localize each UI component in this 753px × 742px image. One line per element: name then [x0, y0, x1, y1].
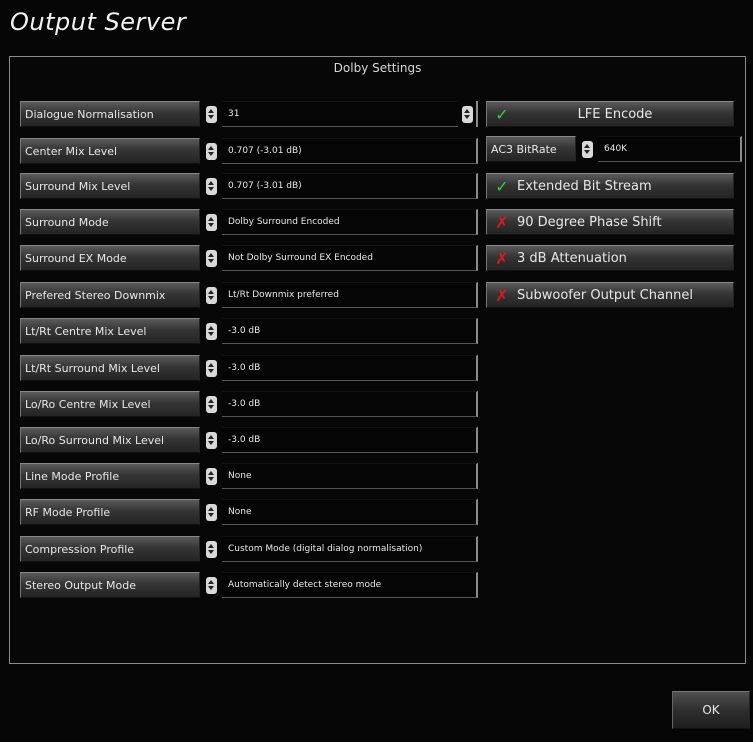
- setting-row-center-mix-level: Center Mix Level 0.707 (-3.01 dB): [20, 138, 478, 164]
- spin-up-down-icon[interactable]: [200, 318, 222, 344]
- setting-value[interactable]: -3.0 dB: [222, 355, 478, 381]
- setting-label: Lo/Ro Surround Mix Level: [20, 427, 200, 453]
- setting-value[interactable]: 31: [222, 101, 458, 127]
- spin-up-down-icon[interactable]: [458, 101, 478, 127]
- extended-bit-stream-toggle[interactable]: ✓ Extended Bit Stream: [486, 173, 734, 199]
- setting-label: Surround Mode: [20, 209, 200, 235]
- setting-label: Compression Profile: [20, 536, 200, 562]
- setting-label: Surround EX Mode: [20, 245, 200, 271]
- panel-title: Dolby Settings: [333, 61, 422, 75]
- setting-value[interactable]: Automatically detect stereo mode: [222, 572, 478, 598]
- setting-row-compression-profile: Compression Profile Custom Mode (digital…: [20, 536, 478, 562]
- setting-value[interactable]: -3.0 dB: [222, 318, 478, 344]
- setting-value[interactable]: 0.707 (-3.01 dB): [222, 173, 478, 199]
- cross-icon: ✗: [495, 212, 509, 232]
- subwoofer-output-toggle[interactable]: ✗ Subwoofer Output Channel: [486, 282, 734, 308]
- toggle-label: 90 Degree Phase Shift: [517, 214, 662, 230]
- spin-up-down-icon[interactable]: [200, 209, 222, 235]
- spin-up-down-icon[interactable]: [200, 572, 222, 598]
- setting-row-prefered-stereo-downmix: Prefered Stereo Downmix Lt/Rt Downmix pr…: [20, 282, 478, 308]
- setting-value[interactable]: Not Dolby Surround EX Encoded: [222, 245, 478, 271]
- spin-up-down-icon[interactable]: [576, 136, 598, 162]
- setting-value[interactable]: Custom Mode (digital dialog normalisatio…: [222, 536, 478, 562]
- toggle-label: LFE Encode: [577, 106, 653, 122]
- spin-up-down-icon[interactable]: [200, 101, 222, 127]
- setting-label: Line Mode Profile: [20, 463, 200, 489]
- lfe-encode-toggle[interactable]: ✓ LFE Encode: [486, 101, 734, 127]
- spin-up-down-icon[interactable]: [200, 138, 222, 164]
- spin-up-down-icon[interactable]: [200, 173, 222, 199]
- ac3-bitrate-value[interactable]: 640K: [598, 136, 742, 162]
- spin-up-down-icon[interactable]: [200, 499, 222, 525]
- setting-value[interactable]: 0.707 (-3.01 dB): [222, 138, 478, 164]
- toggle-label: Subwoofer Output Channel: [517, 287, 693, 303]
- cross-icon: ✗: [495, 248, 509, 268]
- phase-shift-toggle[interactable]: ✗ 90 Degree Phase Shift: [486, 209, 734, 235]
- setting-row-loro-centre-mix-level: Lo/Ro Centre Mix Level -3.0 dB: [20, 391, 478, 417]
- spin-up-down-icon[interactable]: [200, 536, 222, 562]
- toggle-label: 3 dB Attenuation: [517, 250, 627, 266]
- check-icon: ✓: [495, 104, 509, 124]
- setting-row-rf-mode-profile: RF Mode Profile None: [20, 499, 478, 525]
- setting-row-ltrt-surround-mix-level: Lt/Rt Surround Mix Level -3.0 dB: [20, 355, 478, 381]
- setting-value[interactable]: Dolby Surround Encoded: [222, 209, 478, 235]
- ok-button[interactable]: OK: [672, 691, 750, 729]
- ac3-bitrate-row: AC3 BitRate 640K: [486, 136, 742, 162]
- ac3-bitrate-label: AC3 BitRate: [486, 136, 576, 162]
- setting-label: Stereo Output Mode: [20, 572, 200, 598]
- setting-value[interactable]: Lt/Rt Downmix preferred: [222, 282, 478, 308]
- setting-value[interactable]: -3.0 dB: [222, 427, 478, 453]
- setting-row-loro-surround-mix-level: Lo/Ro Surround Mix Level -3.0 dB: [20, 427, 478, 453]
- check-icon: ✓: [495, 176, 509, 196]
- setting-label: Dialogue Normalisation: [20, 101, 200, 127]
- attenuation-toggle[interactable]: ✗ 3 dB Attenuation: [486, 245, 734, 271]
- spin-up-down-icon[interactable]: [200, 463, 222, 489]
- setting-value[interactable]: -3.0 dB: [222, 391, 478, 417]
- setting-row-ltrt-centre-mix-level: Lt/Rt Centre Mix Level -3.0 dB: [20, 318, 478, 344]
- setting-row-surround-mode: Surround Mode Dolby Surround Encoded: [20, 209, 478, 235]
- setting-value[interactable]: None: [222, 499, 478, 525]
- cross-icon: ✗: [495, 285, 509, 305]
- setting-label: Lt/Rt Centre Mix Level: [20, 318, 200, 344]
- setting-row-surround-ex-mode: Surround EX Mode Not Dolby Surround EX E…: [20, 245, 478, 271]
- setting-label: RF Mode Profile: [20, 499, 200, 525]
- setting-value[interactable]: None: [222, 463, 478, 489]
- setting-row-stereo-output-mode: Stereo Output Mode Automatically detect …: [20, 572, 478, 598]
- toggle-label: Extended Bit Stream: [517, 178, 652, 194]
- spin-up-down-icon[interactable]: [200, 282, 222, 308]
- spin-up-down-icon[interactable]: [200, 391, 222, 417]
- setting-label: Lo/Ro Centre Mix Level: [20, 391, 200, 417]
- setting-row-dialogue-normalisation: Dialogue Normalisation 31: [20, 101, 478, 127]
- setting-label: Lt/Rt Surround Mix Level: [20, 355, 200, 381]
- setting-label: Prefered Stereo Downmix: [20, 282, 200, 308]
- setting-row-surround-mix-level: Surround Mix Level 0.707 (-3.01 dB): [20, 173, 478, 199]
- window-title: Output Server: [10, 8, 187, 36]
- setting-label: Surround Mix Level: [20, 173, 200, 199]
- setting-row-line-mode-profile: Line Mode Profile None: [20, 463, 478, 489]
- spin-up-down-icon[interactable]: [200, 245, 222, 271]
- spin-up-down-icon[interactable]: [200, 355, 222, 381]
- spin-up-down-icon[interactable]: [200, 427, 222, 453]
- setting-label: Center Mix Level: [20, 138, 200, 164]
